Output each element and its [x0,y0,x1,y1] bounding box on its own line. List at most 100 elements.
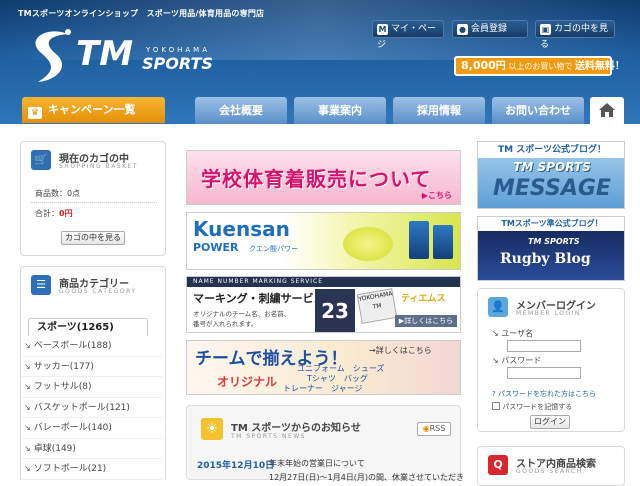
cart-total-value: 0円 [59,209,73,218]
logo-tm-text: TM [76,34,134,74]
free-shipping-badge: 8,000円 以上のお買い物で 送料無料！ [454,56,625,76]
rss-button[interactable]: ◉RSS [417,422,451,436]
category-item-softball[interactable]: ↘ ソフトボール(21) [22,459,162,480]
kuensan-brand: Kuensan [193,217,290,241]
category-item-label: 卓球(149) [33,443,76,454]
cart-box: 🛒 現在のカゴの中 SHOPPING BASKET 商品数：0点 合計：0円 カ… [20,141,166,256]
school-uniform-banner[interactable]: 学校体育着販売について ▶こちら [186,150,461,205]
nav-business-label: 事業案内 [318,104,362,117]
news-title: TM スポーツからのお知らせ [231,423,361,434]
home-icon [599,103,615,117]
nav-recruit-label: 採用情報 [417,104,461,117]
news-body: 12月27日(日)～1月4日(月)の間、休業させていただき [269,473,465,482]
view-cart-top-button[interactable]: ▣ カゴの中を見る [535,20,615,50]
blog2-top: TMスポーツ準公式ブログ！ [478,217,624,231]
nav-contact[interactable]: お問い合わせ [492,97,584,124]
basket-icon: 🛒 [31,150,51,170]
blog2-big: Rugby Blog [500,251,591,267]
kuensan-jp: クエン酸パワー [249,245,298,253]
arrow-icon: ↘ [24,382,31,391]
tm-patch: YOKOHAMA TM [356,288,398,324]
original-text: オリジナル [217,375,278,389]
crown-icon: ♛ [28,107,42,119]
category-tab-sports[interactable]: スポーツ(1265) [28,318,148,336]
register-label: 会員登録 [471,24,508,34]
marking-desc-1: オリジナルのチーム名、お名前、 [193,310,291,318]
category-item-baseball[interactable]: ↘ ベースボール(188) [22,336,162,357]
pass-arrow-icon: ↘ [492,356,499,365]
username-input[interactable] [507,340,581,352]
view-cart-button[interactable]: カゴの中を見る [61,231,125,245]
category-item-label: バスケットボール(121) [33,402,130,413]
login-subtitle: MEMBER LOGIN [516,310,581,317]
cart-icon: ▣ [540,24,551,35]
school-banner-link: ▶こちら [421,191,452,200]
arrow-icon: ↘ [24,443,31,453]
kuensan-banner[interactable]: Kuensan POWER クエン酸パワー [186,212,461,270]
category-item-futsal[interactable]: ↘ フットサル(8) [22,377,162,398]
nav-business[interactable]: 事業案内 [294,97,386,124]
home-button[interactable] [590,97,624,124]
free-shipping-emph: 送料無料！ [574,61,625,72]
category-item-soccer[interactable]: ↘ サッカー(177) [22,357,162,377]
team-order-banner[interactable]: チームで揃えよう！ →詳しくはこちら オリジナル ユニフォーム シューズ Tシャ… [186,340,461,395]
site-tagline: TMスポーツオンラインショップ スポーツ用品/体育用品の専門店 [18,9,265,18]
member-icon: 👤 [488,297,508,317]
marking-desc-2: 番号が入れられます。 [193,320,258,328]
person-icon: ● [457,24,468,35]
login-box: 👤 メンバーログイン MEMBER LOGIN ↘ ユーザ名 ↘ パスワード ?… [477,288,625,432]
school-banner-title: 学校体育着販売について [201,167,432,191]
category-item-label: フットサル(8) [33,382,92,392]
news-box: ☀ TM スポーツからのお知らせ TM SPORTS NEWS ◉RSS 201… [186,405,465,482]
arrow-icon: ↘ [24,402,31,412]
news-date: 2015年12月10日 [197,461,275,471]
username-label: ユーザ名 [501,329,534,338]
search-icon: Q [488,455,508,475]
logo-swoosh-icon [35,29,71,82]
category-list-icon: ☰ [31,275,51,295]
blog1-top: TM スポーツ公式ブログ！ [478,142,624,158]
jersey-number: 23 [315,289,355,332]
nav-company[interactable]: 会社概要 [195,97,287,124]
product-can-icon [409,221,429,259]
remember-checkbox[interactable] [492,402,500,410]
blog1-mid: TM SPORTS [513,160,591,174]
campaign-tab[interactable]: ♛ キャンペーン一覧 [22,97,165,123]
site-logo[interactable]: TM YOKOHAMA SPORTS [18,24,218,94]
news-headline[interactable]: 年末年始の営業日について [269,458,365,469]
category-item-volleyball[interactable]: ↘ バレーボール(140) [22,418,162,439]
password-label: パスワード [501,356,542,365]
user-arrow-icon: ↘ [492,329,499,338]
logo-yokohama-text: YOKOHAMA [146,46,211,54]
search-box: Q ストア内商品検索 GOODS SEARCH [477,446,625,486]
forgot-password-link[interactable]: パスワードを忘れた方はこちら [498,390,596,398]
help-icon: ? [492,390,496,398]
tiems-text: ティエムス [401,294,446,304]
blog2-mid: TM SPORTS [528,237,580,246]
category-item-label: バレーボール(140) [33,423,112,433]
marking-service-banner[interactable]: NAME NUMBER MARKING SERVICE マーキング・刺繍サービス… [186,276,461,333]
nav-recruit[interactable]: 採用情報 [393,97,485,124]
sun-icon: ☀ [201,418,223,440]
arrow-icon: ↘ [24,464,31,473]
marking-small-text: NAME NUMBER MARKING SERVICE [193,278,324,285]
free-shipping-unit: 円 [495,61,506,72]
register-button[interactable]: ● 会員登録 [452,20,528,38]
marking-title: マーキング・刺繍サービス [193,292,325,305]
category-item-tabletennis[interactable]: ↘ 卓球(149) [22,439,162,459]
remember-label: パスワードを記憶する [502,403,573,411]
marking-link-button[interactable]: ▶詳しくはこちら [395,315,457,327]
mypage-button[interactable]: M マイ・ページ [372,20,444,50]
cart-count: 商品数：0点 [35,189,81,198]
category-item-label: ソフトボール(21) [33,464,107,474]
login-button[interactable]: ログイン [530,415,570,429]
nav-contact-label: お問い合わせ [505,104,571,117]
rss-icon: ◉ [422,424,430,433]
team-banner-link: →詳しくはこちら [369,346,432,355]
category-item-label: ベースボール(188) [33,341,112,351]
rugby-blog-banner[interactable]: TMスポーツ準公式ブログ！ TM SPORTS Rugby Blog [477,216,625,281]
password-input[interactable] [507,367,581,379]
category-item-basketball[interactable]: ↘ バスケットボール(121) [22,398,162,418]
official-blog-banner[interactable]: TM スポーツ公式ブログ！ TM SPORTS MESSAGE [477,141,625,209]
category-item-label: サッカー(177) [33,361,94,372]
